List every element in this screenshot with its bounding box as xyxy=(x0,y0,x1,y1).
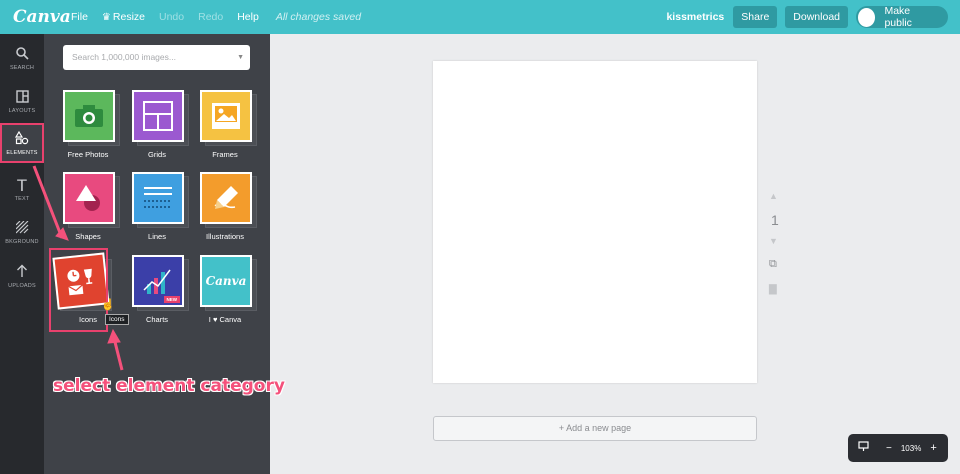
present-icon[interactable] xyxy=(858,441,869,455)
download-button[interactable]: Download xyxy=(785,6,848,28)
zoom-in-button[interactable]: + xyxy=(930,442,936,454)
share-button[interactable]: Share xyxy=(733,6,778,28)
toggle-knob xyxy=(858,7,876,27)
make-public-label: Make public xyxy=(884,5,912,29)
annotation-arrows xyxy=(32,165,124,371)
zoom-value: 103% xyxy=(900,443,922,453)
annotation-label: select element category xyxy=(53,376,285,396)
delete-page-icon[interactable]: ▇ xyxy=(769,284,777,295)
save-status: All changes saved xyxy=(275,11,362,23)
add-page-button[interactable]: + Add a new page xyxy=(433,416,757,441)
copy-page-icon[interactable]: ⧉ xyxy=(769,258,777,271)
page-number: 1 xyxy=(771,212,779,228)
topbar-right: kissmetrics Share Download Make public xyxy=(666,5,948,29)
account-name[interactable]: kissmetrics xyxy=(666,11,724,23)
zoom-control: − 103% + xyxy=(848,434,948,462)
move-up-icon[interactable]: ▲ xyxy=(769,191,778,201)
design-canvas[interactable] xyxy=(433,61,757,383)
make-public-toggle[interactable]: Make public xyxy=(856,5,948,29)
zoom-out-button[interactable]: − xyxy=(886,443,892,454)
move-down-icon[interactable]: ▼ xyxy=(769,236,778,246)
